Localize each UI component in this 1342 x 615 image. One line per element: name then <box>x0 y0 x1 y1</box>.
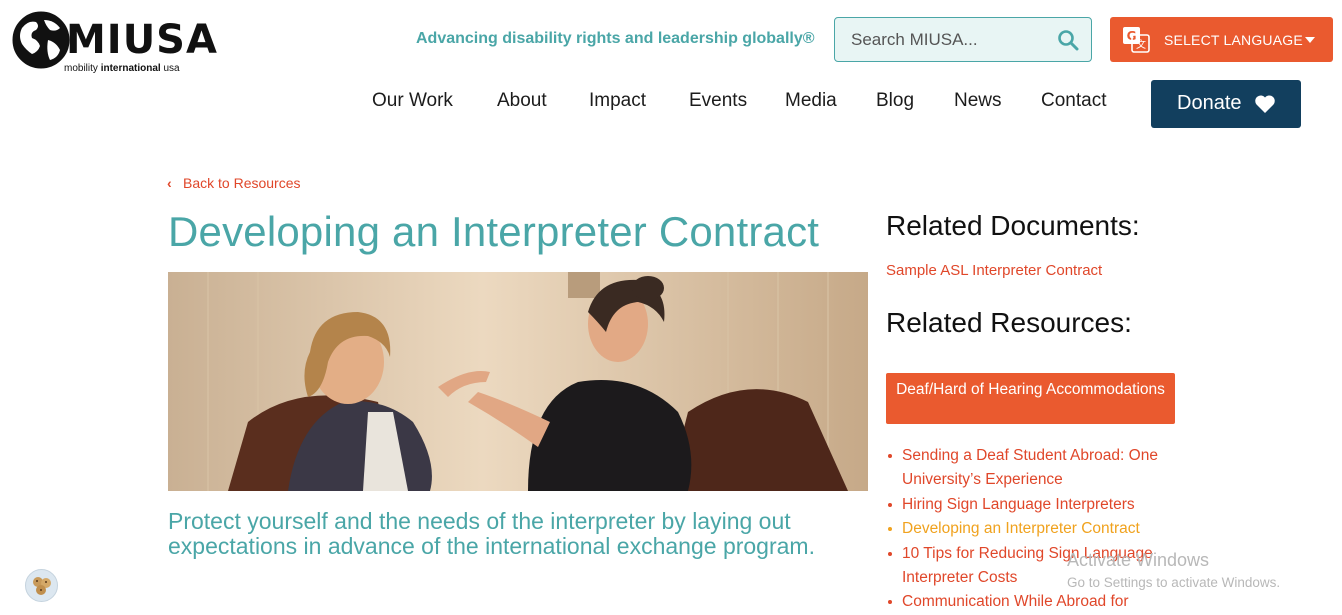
chevron-down-icon <box>1305 37 1315 43</box>
list-item[interactable]: Communication While Abroad for <box>886 590 1186 614</box>
nav-impact[interactable]: Impact <box>589 90 646 112</box>
article-lede: Protect yourself and the needs of the in… <box>168 508 815 559</box>
select-language-button[interactable]: G 文 SELECT LANGUAGE <box>1110 17 1333 62</box>
cookie-settings-button[interactable] <box>25 569 58 602</box>
list-item-current[interactable]: Developing an Interpreter Contract <box>886 517 1186 541</box>
page-title: Developing an Interpreter Contract <box>168 208 820 255</box>
search-box[interactable] <box>834 17 1092 62</box>
search-input[interactable] <box>849 18 1049 61</box>
resource-link[interactable]: Sending a Deaf Student Abroad: One Unive… <box>902 447 1158 488</box>
search-icon[interactable] <box>1057 29 1079 51</box>
back-label: Back to Resources <box>183 175 301 191</box>
resource-link[interactable]: Hiring Sign Language Interpreters <box>902 496 1135 513</box>
deaf-hoh-category-button[interactable]: Deaf/Hard of Hearing Accommodations <box>886 373 1175 424</box>
logo-subtitle: mobility international usa <box>64 63 180 74</box>
back-to-resources-link[interactable]: ‹ Back to Resources <box>167 175 301 191</box>
translate-icon: G 文 <box>1123 27 1150 53</box>
language-label: SELECT LANGUAGE <box>1164 32 1303 48</box>
article-photo <box>168 272 868 491</box>
resource-link-current[interactable]: Developing an Interpreter Contract <box>902 520 1140 537</box>
watermark-title: Activate Windows <box>1067 550 1210 570</box>
watermark-subtitle: Go to Settings to activate Windows. <box>1067 575 1281 590</box>
site-tagline: Advancing disability rights and leadersh… <box>416 30 815 47</box>
nav-media[interactable]: Media <box>785 90 837 112</box>
interpreter-photo-illustration <box>168 272 868 491</box>
donate-label: Donate <box>1177 92 1242 114</box>
related-resources-heading: Related Resources: <box>886 307 1132 338</box>
svg-text:文: 文 <box>1136 38 1146 51</box>
nav-news[interactable]: News <box>954 90 1002 112</box>
nav-about[interactable]: About <box>497 90 547 112</box>
list-item[interactable]: Hiring Sign Language Interpreters <box>886 493 1186 517</box>
windows-activation-watermark: Activate Windows Go to Settings to activ… <box>1067 550 1280 590</box>
logo-wordmark: MIUSA <box>66 17 218 63</box>
related-documents-heading: Related Documents: <box>886 210 1140 241</box>
list-item[interactable]: Sending a Deaf Student Abroad: One Unive… <box>886 444 1186 493</box>
heart-icon <box>1255 95 1275 113</box>
cookie-icon <box>33 577 51 595</box>
donate-button[interactable]: Donate <box>1151 80 1301 128</box>
miusa-logo[interactable]: MIUSA mobility international usa <box>8 6 217 76</box>
chevron-left-icon: ‹ <box>167 175 172 191</box>
nav-our-work[interactable]: Our Work <box>372 90 453 112</box>
nav-events[interactable]: Events <box>689 90 747 112</box>
nav-blog[interactable]: Blog <box>876 90 914 112</box>
related-document-link[interactable]: Sample ASL Interpreter Contract <box>886 262 1102 279</box>
nav-contact[interactable]: Contact <box>1041 90 1106 112</box>
